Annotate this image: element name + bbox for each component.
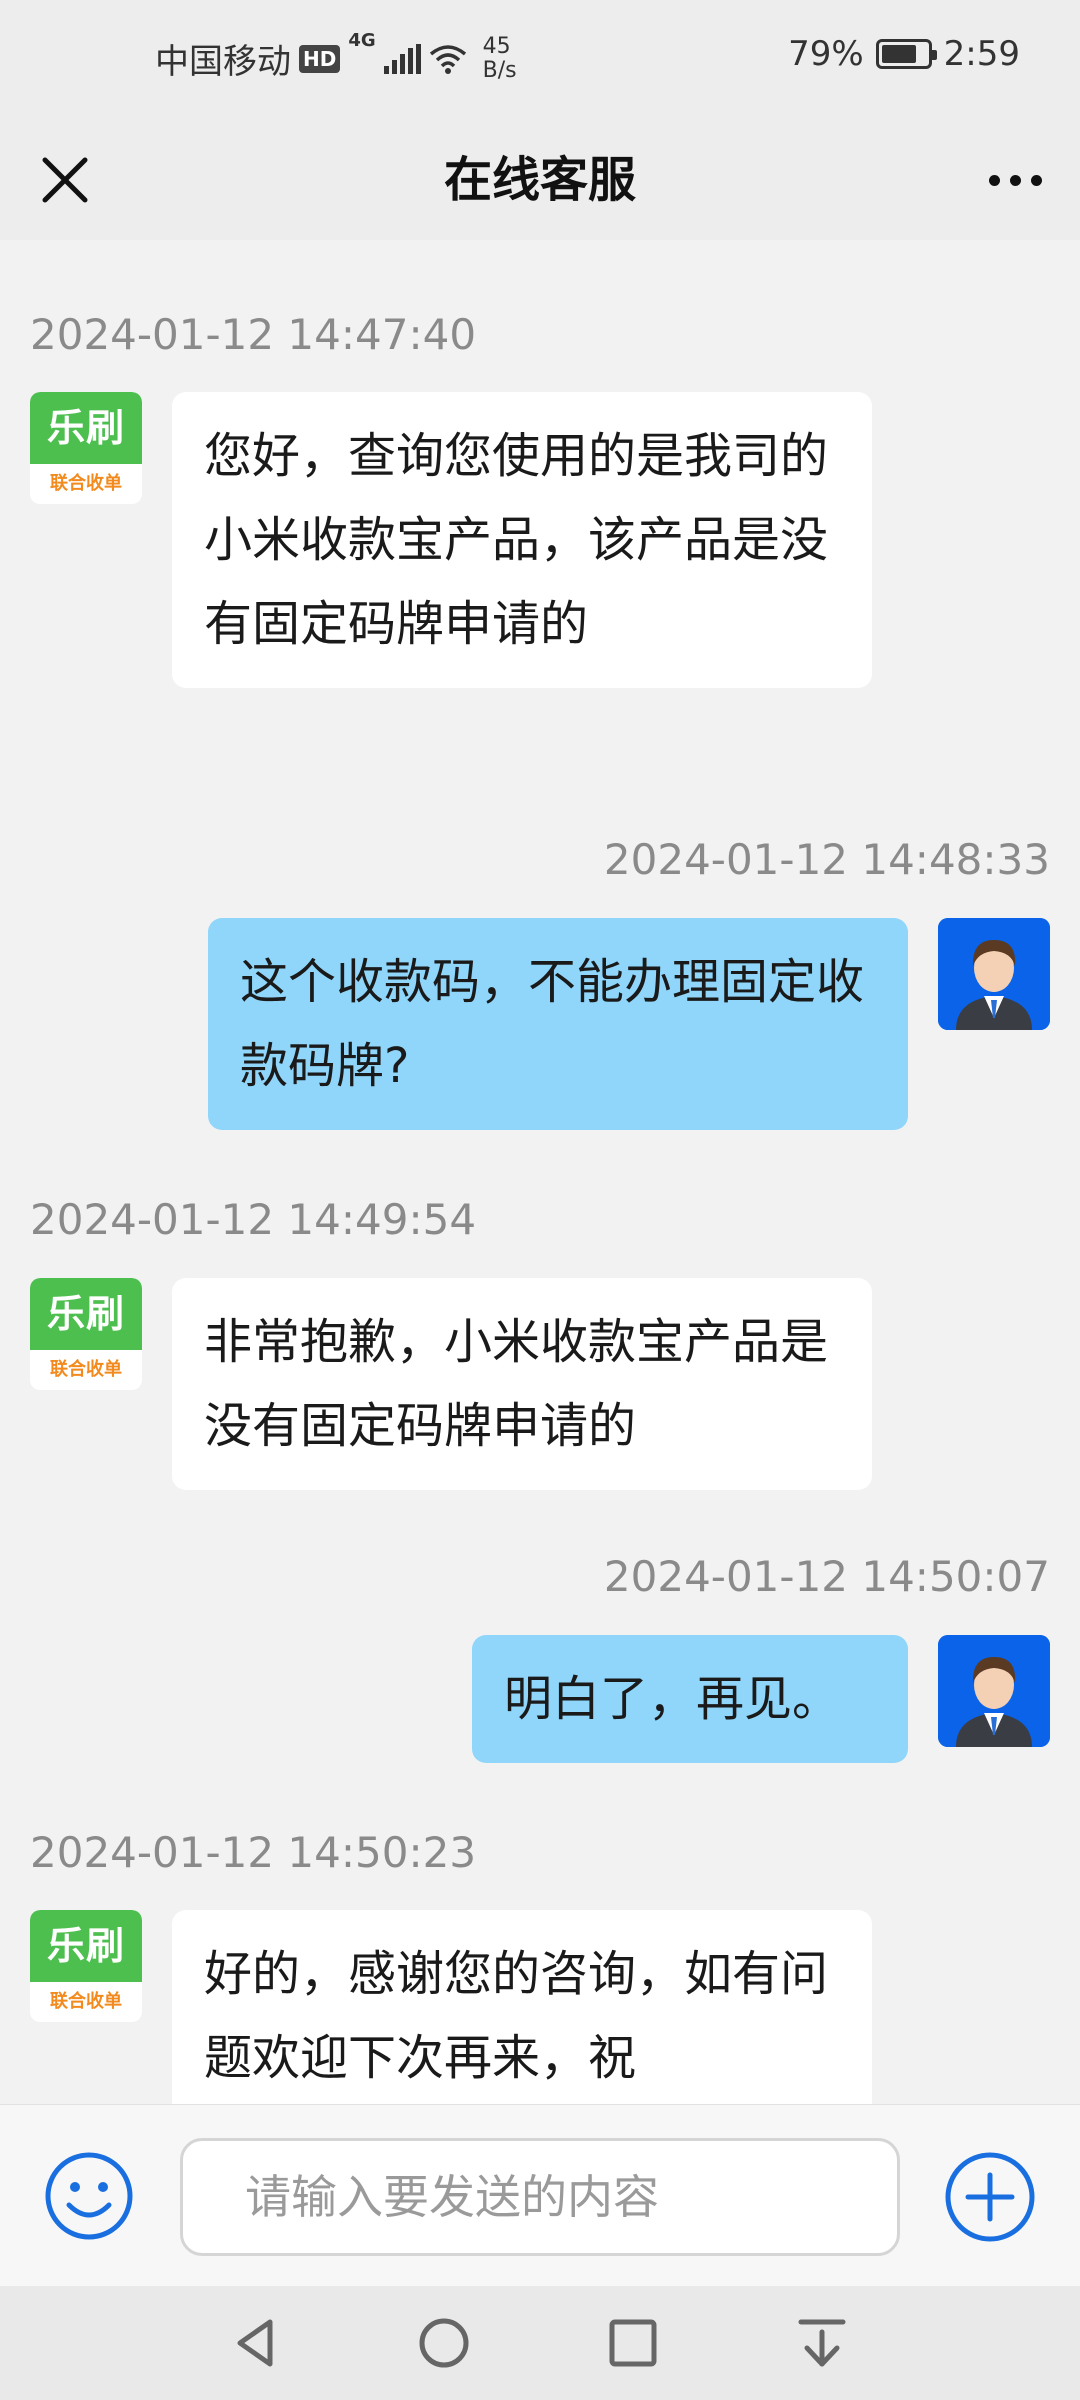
clock: 2:59 xyxy=(943,34,1020,74)
speed-value: 45 xyxy=(482,33,511,59)
user-avatar-icon xyxy=(938,918,1050,1030)
more-dot xyxy=(1030,174,1042,186)
pull-down-icon xyxy=(798,2319,846,2367)
plus-button[interactable] xyxy=(944,2151,1036,2243)
signal-icon xyxy=(383,43,421,74)
nav-back-button[interactable] xyxy=(220,2308,290,2378)
battery-percent: 79% xyxy=(788,34,864,74)
message-input[interactable] xyxy=(180,2138,900,2256)
more-dot xyxy=(1009,174,1021,186)
agent-message-bubble[interactable]: 好的，感谢您的咨询，如有问题欢迎下次再来，祝 xyxy=(172,1910,872,2104)
agent-logo-subtext: 联合收单 xyxy=(50,1359,122,1380)
more-dots-icon xyxy=(988,174,1000,186)
user-message-bubble[interactable]: 这个收款码，不能办理固定收款码牌? xyxy=(208,918,908,1130)
nav-recents-button[interactable] xyxy=(598,2308,668,2378)
agent-logo-subtext: 联合收单 xyxy=(50,473,122,494)
message-timestamp: 2024-01-12 14:48:33 xyxy=(603,835,1050,884)
status-left: 中国移动 HD 4G 45 B/s xyxy=(155,30,517,83)
chat-list[interactable]: 2024-01-12 14:47:40 乐刷 联合收单 您好，查询您使用的是我司… xyxy=(0,240,1080,2104)
agent-avatar: 乐刷 联合收单 xyxy=(30,1278,142,1390)
agent-logo-text: 乐刷 xyxy=(30,1910,142,1982)
input-bar xyxy=(0,2104,1080,2286)
system-nav-bar xyxy=(0,2286,1080,2400)
message-timestamp: 2024-01-12 14:50:07 xyxy=(603,1552,1050,1601)
battery-icon xyxy=(875,39,937,69)
back-triangle-icon xyxy=(237,2319,273,2367)
nav-home-button[interactable] xyxy=(409,2308,479,2378)
nav-notification-button[interactable] xyxy=(787,2308,857,2378)
agent-message-bubble[interactable]: 您好，查询您使用的是我司的小米收款宝产品，该产品是没有固定码牌申请的 xyxy=(172,392,872,688)
battery-fill xyxy=(881,45,917,63)
home-circle-icon xyxy=(419,2318,469,2368)
more-options-button[interactable] xyxy=(980,150,1050,210)
network-speed: 45 B/s xyxy=(482,33,517,83)
page-title: 在线客服 xyxy=(443,152,636,208)
agent-logo-text: 乐刷 xyxy=(30,392,142,464)
hd-badge: HD xyxy=(299,44,341,73)
user-avatar-icon xyxy=(938,1635,1050,1747)
plus-icon xyxy=(945,2152,1035,2242)
agent-logo-subtext: 联合收单 xyxy=(50,1991,122,2012)
message-timestamp: 2024-01-12 14:50:23 xyxy=(30,1828,477,1877)
speed-unit: B/s xyxy=(482,57,517,83)
agent-avatar: 乐刷 联合收单 xyxy=(30,1910,142,2022)
user-avatar xyxy=(938,918,1050,1030)
recents-square-icon xyxy=(609,2319,657,2367)
app-header: 在线客服 xyxy=(0,120,1080,240)
network-type-label: 4G xyxy=(348,30,376,51)
user-message-bubble[interactable]: 明白了，再见。 xyxy=(472,1635,908,1763)
status-right: 79% 2:59 xyxy=(788,34,1020,74)
message-timestamp: 2024-01-12 14:47:40 xyxy=(30,310,477,359)
status-bar: 中国移动 HD 4G 45 B/s 79% 2:59 xyxy=(0,0,1080,120)
user-avatar xyxy=(938,1635,1050,1747)
carrier-label: 中国移动 xyxy=(155,42,291,82)
agent-message-bubble[interactable]: 非常抱歉，小米收款宝产品是没有固定码牌申请的 xyxy=(172,1278,872,1490)
agent-avatar: 乐刷 联合收单 xyxy=(30,392,142,504)
emoji-button[interactable] xyxy=(44,2151,134,2241)
emoji-icon xyxy=(45,2152,133,2240)
agent-logo-text: 乐刷 xyxy=(30,1278,142,1350)
wifi-icon xyxy=(429,44,466,74)
message-timestamp: 2024-01-12 14:49:54 xyxy=(30,1195,477,1244)
